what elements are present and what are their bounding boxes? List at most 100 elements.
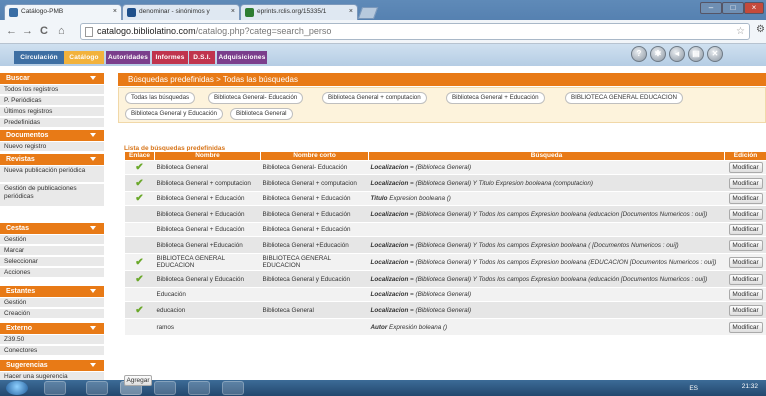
tab-label: denominar - sinónimos y [139,8,210,15]
table-row: ✔ educacion Biblioteca General Localizacion… [124,301,766,319]
search-expression: = (Biblioteca General) [408,164,472,171]
sidebar-section-externo[interactable]: Externo [0,323,104,334]
word-taskbar-icon[interactable] [188,381,210,395]
sidebar-item-creacion[interactable]: Creación [0,309,104,319]
sidebar-item-gestion-estantes[interactable]: Gestión [0,298,104,308]
agregar-button[interactable]: Agregar [124,375,152,386]
modificar-button[interactable]: Modificar [728,239,763,251]
sidebar-section-sugerencias[interactable]: Sugerencias [0,360,104,371]
sidebar-section-revistas[interactable]: Revistas [0,154,104,165]
preset-bg-mas-educacion[interactable]: Biblioteca General + Educación [446,92,545,104]
settings-icon[interactable]: ✱ [650,46,666,62]
help-icon[interactable]: ? [631,46,647,62]
search-field-label: Localizacion [370,210,409,218]
edit-cell: Modificar [724,270,766,288]
nav-autoridades[interactable]: Autoridades [106,51,150,64]
os-taskbar: ES 21:32 [0,380,766,396]
modificar-button[interactable]: Modificar [728,273,763,285]
sidebar-section-documentos[interactable]: Documentos [0,130,104,141]
address-bar[interactable]: catalogo.bibliolatino.com/catalog.php?ca… [80,23,750,40]
media-taskbar-icon[interactable] [154,381,176,395]
edit-cell: Modificar [724,205,766,223]
wrench-icon[interactable]: ⚙ [756,24,765,35]
windows-start-icon[interactable] [6,381,28,395]
sidebar-item-periodicas[interactable]: P. Periódicas [0,96,104,106]
clock[interactable]: 21:32 [742,383,758,390]
preset-bg[interactable]: Biblioteca General [230,108,293,120]
minimize-icon[interactable]: – [700,2,722,14]
sidebar-item-nueva-publicacion[interactable]: Nueva publicación periódica [0,166,104,183]
modificar-button[interactable]: Modificar [728,162,763,173]
back-arrow-icon[interactable]: ← [6,24,17,38]
preset-bg-y-educacion[interactable]: Biblioteca General y Educación [125,108,223,120]
close-tab-icon[interactable]: × [349,5,353,19]
modificar-button[interactable]: Modificar [728,177,763,189]
sidebar-item-nuevo-registro[interactable]: Nuevo registro [0,142,104,152]
sidebar-item-gestion-cestas[interactable]: Gestión [0,235,104,245]
browser-toolbar: ← → C ⌂ catalogo.bibliolatino.com/catalo… [0,20,766,44]
pdf-taskbar-icon[interactable] [222,381,244,395]
short-name-cell: Biblioteca General + computacion [260,174,369,192]
nav-dsi[interactable]: D.S.I. [189,51,215,64]
modificar-button[interactable]: Modificar [728,321,763,333]
sidebar-item-ultimos-registros[interactable]: Últimos registros [0,107,104,117]
modificar-button[interactable]: Modificar [728,208,763,220]
modificar-button[interactable]: Modificar [728,304,763,316]
modificar-button[interactable]: Modificar [728,289,763,300]
edit-cell: Modificar [724,191,766,206]
nav-circulacion[interactable]: Circulación [14,51,64,64]
checkmark-icon[interactable]: ✔ [127,274,153,284]
search-field-label: Autor [370,323,388,331]
table-row: ✔ Biblioteca General y Educación Bibliotec… [124,270,766,288]
ie-taskbar-icon[interactable] [44,381,66,395]
explorer-taskbar-icon[interactable] [86,381,108,395]
sidebar-item-seleccionar[interactable]: Seleccionar [0,257,104,267]
close-tab-icon[interactable]: × [231,5,235,19]
browser-tab-eprints[interactable]: eprints.rclis.org/15335/1 × [240,4,358,20]
sidebar-item-todos-registros[interactable]: Todos los registros [0,85,104,95]
checkmark-icon[interactable]: ✔ [127,257,153,267]
link-cell [124,205,155,223]
nav-adquisiciones[interactable]: Adquisiciones [217,51,267,64]
print-icon[interactable]: ▤ [688,46,704,62]
close-window-icon[interactable]: × [744,2,764,14]
maximize-icon[interactable]: □ [722,2,744,14]
forward-arrow-icon[interactable]: → [22,24,33,38]
modificar-button[interactable]: Modificar [728,224,763,235]
logout-icon[interactable]: ✕ [707,46,723,62]
close-tab-icon[interactable]: × [113,5,117,19]
sidebar-section-cestas[interactable]: Cestas [0,223,104,234]
sidebar-item-acciones[interactable]: Acciones [0,268,104,278]
search-cell: Localizacion = (Biblioteca General) [368,287,725,302]
checkmark-icon[interactable]: ✔ [127,305,153,315]
modificar-button[interactable]: Modificar [728,256,763,268]
checkmark-icon[interactable]: ✔ [127,194,153,204]
checkmark-icon[interactable]: ✔ [127,163,153,173]
sidebar-item-gestion-publicaciones[interactable]: Gestión de publicaciones periódicas [0,184,104,207]
checkmark-icon[interactable]: ✔ [127,178,153,188]
col-header-nombre: Nombre [154,151,261,161]
modificar-button[interactable]: Modificar [728,193,763,204]
sidebar-item-marcar[interactable]: Marcar [0,246,104,256]
sidebar-item-predefinidas[interactable]: Predefinidas [0,118,104,128]
sidebar-item-z3950[interactable]: Z39.50 [0,335,104,345]
nav-catalogo[interactable]: Catálogo [64,51,104,64]
nav-informes[interactable]: Informes [152,51,188,64]
reload-icon[interactable]: C [40,24,48,38]
new-tab-button[interactable] [357,7,379,19]
search-expression: = (Biblioteca General) [408,291,472,298]
language-indicator[interactable]: ES [689,385,698,392]
sidebar-section-buscar[interactable]: Buscar [0,73,104,84]
sidebar-item-conectores[interactable]: Conectores [0,346,104,356]
preset-todas[interactable]: Todas las búsquedas [125,92,196,104]
preset-bg-computacion[interactable]: Biblioteca General + computacion [322,92,427,104]
browser-tab-sinonimos[interactable]: denominar - sinónimos y × [122,4,240,20]
bookmark-star-icon[interactable]: ☆ [736,24,745,39]
preset-bg-educacion-upper[interactable]: BIBLIOTECA GENERAL EDUCACION [565,92,684,104]
home-icon[interactable]: ⌂ [58,24,65,38]
preset-bg-educacion[interactable]: Biblioteca General- Educación [208,92,304,104]
browser-tab-catalogo[interactable]: Catálogo-PMB × [4,4,122,20]
back-icon[interactable]: ◂ [669,46,685,62]
predefined-searches-table: Enlace Nombre Nombre corto Búsqueda Edic… [124,151,766,336]
sidebar-section-estantes[interactable]: Estantes [0,286,104,297]
